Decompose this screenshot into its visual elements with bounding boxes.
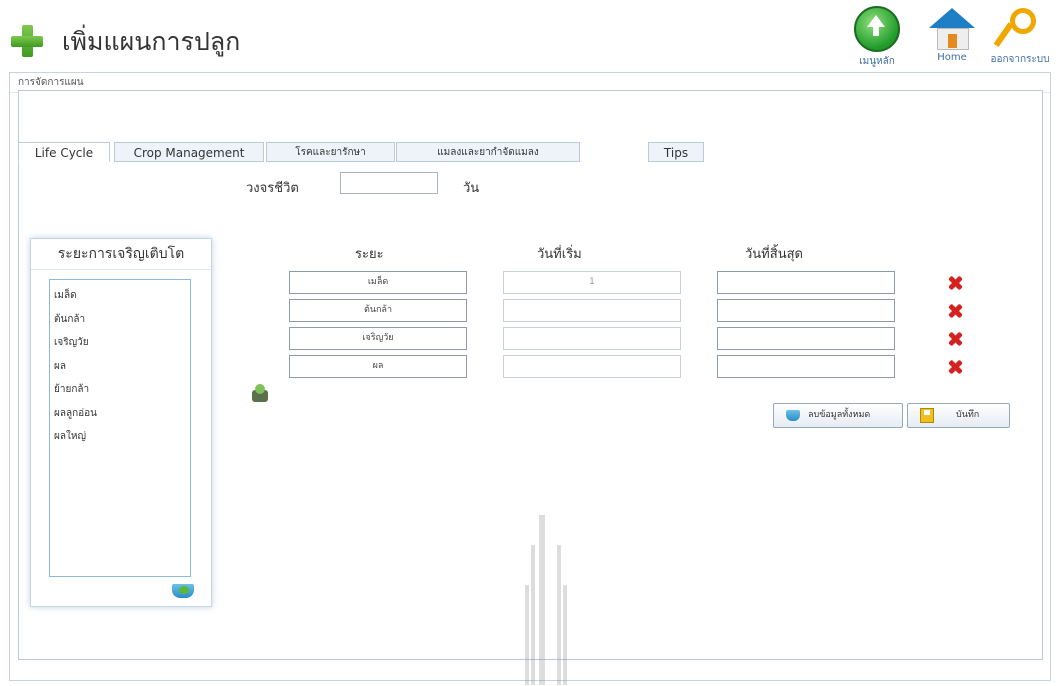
tab-disease-treatment[interactable]: โรคและยารักษา [266,142,395,162]
delete-row-icon[interactable] [948,332,962,346]
delete-all-button[interactable]: ลบข้อมูลทั้งหมด [773,403,903,428]
main-menu-button[interactable]: เมนูหลัก [847,6,907,69]
tab-crop-management[interactable]: Crop Management [114,142,264,162]
tab-insect-control[interactable]: แมลงและยากำจัดแมลง [396,142,580,162]
key-icon [993,6,1040,50]
home-button[interactable]: Home [922,6,982,63]
tab-tips[interactable]: Tips [648,142,704,162]
column-header-end: วันที่สิ้นสุด [745,247,803,262]
end-day-field[interactable] [717,299,895,322]
add-row-icon[interactable] [250,384,270,404]
floppy-disk-icon [920,408,934,423]
delete-row-icon[interactable] [948,360,962,374]
growth-stage-panel: ระยะการเจริญเติบโต เมล็ด ต้นกล้า เจริญวั… [30,238,212,607]
list-item[interactable]: ย้ายกล้า [50,378,190,402]
delete-row-icon[interactable] [948,276,962,290]
app-header: เพิ่มแผนการปลูก เมนูหลัก Home ออกจากระบบ [0,0,1056,70]
tab-life-cycle[interactable]: Life Cycle [18,142,110,162]
list-item[interactable]: ผลใหญ่ [50,425,190,449]
save-label: บันทึก [956,410,980,420]
logout-button[interactable]: ออกจากระบบ [990,6,1050,67]
list-item[interactable]: ผล [50,355,190,379]
start-day-field[interactable]: 1 [503,271,681,294]
list-item[interactable]: ผลลูกอ่อน [50,402,190,426]
basket-icon [786,410,800,421]
growth-stage-list: เมล็ด ต้นกล้า เจริญวัย ผล ย้ายกล้า ผลลูก… [49,279,191,577]
stage-field[interactable]: เจริญวัย [289,327,467,350]
end-day-field[interactable] [717,327,895,350]
up-arrow-icon [854,6,900,52]
list-item[interactable]: เมล็ด [50,284,190,308]
add-plus-icon [10,24,44,58]
stage-field[interactable]: ผล [289,355,467,378]
column-header-stage: ระยะ [355,247,384,262]
basket-icon[interactable] [172,582,196,600]
column-header-start: วันที่เริ่ม [537,247,582,262]
stage-field[interactable]: ต้นกล้า [289,299,467,322]
main-menu-label: เมนูหลัก [859,56,895,67]
list-item[interactable]: เจริญวัย [50,331,190,355]
save-button[interactable]: บันทึก [907,403,1010,428]
delete-row-icon[interactable] [948,304,962,318]
page-title: เพิ่มแผนการปลูก [62,27,241,56]
growth-stage-title: ระยะการเจริญเติบโต [31,239,211,270]
end-day-field[interactable] [717,271,895,294]
end-day-field[interactable] [717,355,895,378]
life-cycle-input[interactable] [340,172,438,194]
life-cycle-unit: วัน [463,181,480,196]
logout-label: ออกจากระบบ [990,54,1050,65]
home-icon [929,6,975,50]
stage-field[interactable]: เมล็ด [289,271,467,294]
life-cycle-label: วงจรชีวิต [246,181,299,196]
start-day-field[interactable] [503,355,681,378]
home-label: Home [937,52,967,63]
list-item[interactable]: ต้นกล้า [50,308,190,332]
start-day-field[interactable] [503,299,681,322]
delete-all-label: ลบข้อมูลทั้งหมด [808,410,871,420]
start-day-field[interactable] [503,327,681,350]
watermark-logo [525,515,567,685]
